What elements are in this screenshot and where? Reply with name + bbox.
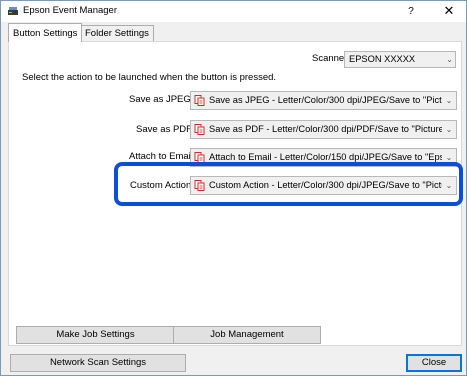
scanner-label: Scanner <box>312 53 348 64</box>
job-management-button[interactable]: Job Management <box>173 326 321 344</box>
action-label-attach-to-email: Attach to Email <box>129 151 193 162</box>
title-bar: Epson Event Manager ? ✕ <box>1 1 466 22</box>
window-title: Epson Event Manager <box>23 5 118 16</box>
action-label-save-as-pdf: Save as PDF <box>136 124 192 135</box>
action-select-save-as-jpeg[interactable]: Save as JPEG - Letter/Color/300 dpi/JPEG… <box>190 91 457 110</box>
action-select-value: Save as JPEG - Letter/Color/300 dpi/JPEG… <box>209 95 457 105</box>
scanner-select-value: EPSON XXXXX <box>349 54 416 64</box>
action-label-save-as-jpeg: Save as JPEG <box>129 94 191 105</box>
close-window-button[interactable]: ✕ <box>432 1 466 22</box>
action-select-save-as-pdf[interactable]: Save as PDF - Letter/Color/300 dpi/PDF/S… <box>190 120 457 139</box>
action-select-value: Attach to Email - Letter/Color/150 dpi/J… <box>209 152 457 162</box>
chevron-down-icon: ⌄ <box>442 92 456 109</box>
epson-event-manager-window: Epson Event Manager ? ✕ Button Settings … <box>0 0 467 376</box>
tab-button-settings[interactable]: Button Settings <box>8 23 83 42</box>
tab-folder-settings[interactable]: Folder Settings <box>80 25 154 42</box>
action-doc-icon <box>194 124 205 135</box>
scanner-select[interactable]: EPSON XXXXX ⌄ <box>344 51 456 68</box>
network-scan-settings-button[interactable]: Network Scan Settings <box>10 354 186 372</box>
action-select-value: Save as PDF - Letter/Color/300 dpi/PDF/S… <box>209 124 457 134</box>
help-button[interactable]: ? <box>394 1 428 22</box>
scanner-app-icon <box>8 7 18 15</box>
action-doc-icon <box>194 95 205 106</box>
chevron-down-icon: ⌄ <box>442 121 456 138</box>
instruction-text: Select the action to be launched when th… <box>22 72 277 83</box>
chevron-down-icon: ⌄ <box>446 55 453 64</box>
custom-action-highlight <box>114 162 463 206</box>
make-job-settings-button[interactable]: Make Job Settings <box>16 326 175 344</box>
close-button[interactable]: Close <box>406 354 462 372</box>
